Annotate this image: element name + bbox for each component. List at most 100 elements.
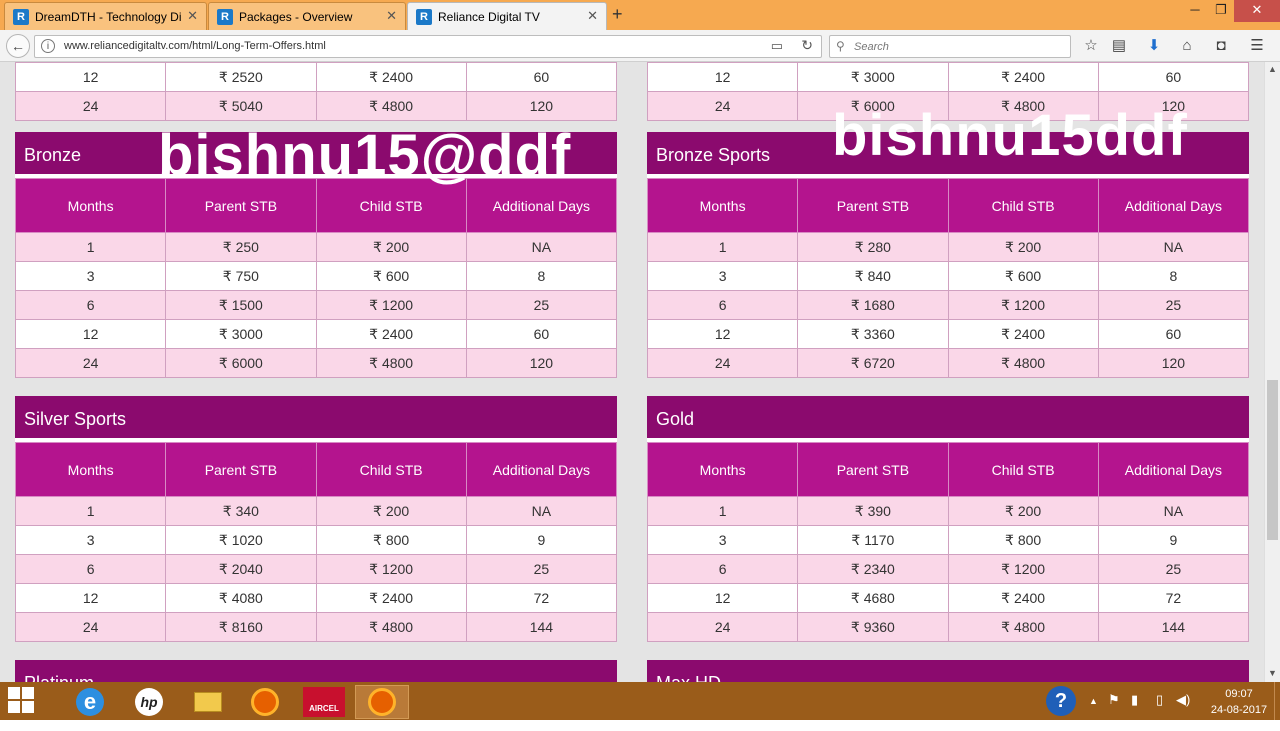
cell: 1 xyxy=(646,232,799,262)
cell: 25 xyxy=(465,290,618,320)
search-placeholder: Search xyxy=(854,41,889,53)
system-clock[interactable]: 09:07 24-08-2017 xyxy=(1207,686,1271,718)
tray-expand-icon[interactable]: ▲ xyxy=(1089,696,1098,706)
internet-explorer-icon[interactable]: e xyxy=(66,685,114,719)
minimize-button[interactable]: ─ xyxy=(1182,0,1208,22)
hp-icon[interactable]: hp xyxy=(125,685,173,719)
file-explorer-icon[interactable] xyxy=(184,685,232,719)
column-header: Child STB xyxy=(947,178,1099,233)
flag-icon[interactable]: ⚑ xyxy=(1108,692,1120,708)
cell: 120 xyxy=(465,91,618,121)
cell: ₹ 200 xyxy=(947,232,1099,262)
cell: ₹ 1020 xyxy=(165,525,317,555)
url-bar[interactable]: i www.reliancedigitaltv.com/html/Long-Te… xyxy=(34,35,822,58)
help-icon[interactable]: ? xyxy=(1046,686,1076,716)
battery-icon[interactable]: ▯ xyxy=(1156,692,1163,708)
table-row: 6 ₹ 2340 ₹ 1200 25 xyxy=(646,554,1250,584)
cell: ₹ 2400 xyxy=(947,583,1099,613)
reload-icon[interactable]: ↻ xyxy=(801,37,813,54)
tab-bar: R DreamDTH - Technology Di ✕ R Packages … xyxy=(0,0,1280,31)
tab-reliance[interactable]: R Reliance Digital TV ✕ xyxy=(407,2,607,31)
cell: 6 xyxy=(646,554,799,584)
table-row: 12 ₹ 2520 ₹ 2400 60 xyxy=(14,62,618,92)
cell: NA xyxy=(1097,496,1250,526)
cell: 144 xyxy=(1097,612,1250,642)
cell: 12 xyxy=(646,62,799,92)
cell: ₹ 250 xyxy=(165,232,317,262)
table-row: 12 ₹ 3000 ₹ 2400 60 xyxy=(14,319,618,349)
new-tab-button[interactable]: + xyxy=(612,4,623,25)
pocket-icon[interactable]: ◘ xyxy=(1211,36,1231,56)
column-header: Additional Days xyxy=(1097,178,1250,233)
table-header-row: Months Parent STB Child STB Additional D… xyxy=(646,442,1250,497)
table-row: 6 ₹ 1680 ₹ 1200 25 xyxy=(646,290,1250,320)
cell: ₹ 5040 xyxy=(165,91,317,121)
show-desktop-button[interactable] xyxy=(1274,682,1280,720)
cell: 9 xyxy=(465,525,618,555)
menu-icon[interactable]: ☰ xyxy=(1247,36,1267,56)
firefox-icon[interactable] xyxy=(241,685,289,719)
cell: ₹ 2400 xyxy=(315,319,467,349)
tab-favicon-icon: R xyxy=(13,9,29,25)
cell: ₹ 1170 xyxy=(797,525,949,555)
table-header-row: Months Parent STB Child STB Additional D… xyxy=(14,442,618,497)
table-row: 12 ₹ 3000 ₹ 2400 60 xyxy=(646,62,1250,92)
cell: ₹ 2400 xyxy=(947,319,1099,349)
pack-platinum: Platinum xyxy=(15,660,617,682)
search-input[interactable]: ⚲ Search xyxy=(829,35,1071,58)
restore-button[interactable]: ❐ xyxy=(1208,0,1234,22)
scroll-up-icon[interactable]: ▲ xyxy=(1268,64,1277,74)
table-row: 3 ₹ 840 ₹ 600 8 xyxy=(646,261,1250,291)
table-row: 3 ₹ 1170 ₹ 800 9 xyxy=(646,525,1250,555)
bookmark-star-icon[interactable]: ☆ xyxy=(1081,36,1101,56)
close-icon[interactable]: ✕ xyxy=(187,8,198,24)
cell: ₹ 1200 xyxy=(315,290,467,320)
tab-title: DreamDTH - Technology Di xyxy=(35,10,182,24)
cell: 3 xyxy=(14,525,167,555)
windows-start-icon[interactable] xyxy=(8,687,36,715)
aircel-icon[interactable]: AIRCEL xyxy=(298,685,350,719)
scroll-down-icon[interactable]: ▼ xyxy=(1268,668,1277,678)
prev-table-left: 12 ₹ 2520 ₹ 2400 60 24 ₹ 5040 ₹ 4800 120 xyxy=(14,62,618,121)
cell: 60 xyxy=(465,319,618,349)
cell: 1 xyxy=(646,496,799,526)
close-icon[interactable]: ✕ xyxy=(587,8,598,24)
cell: 12 xyxy=(14,319,167,349)
cell: NA xyxy=(1097,232,1250,262)
cell: ₹ 2400 xyxy=(947,62,1099,92)
volume-icon[interactable]: ◀) xyxy=(1176,692,1190,708)
tab-favicon-icon: R xyxy=(217,9,233,25)
cell: ₹ 1200 xyxy=(315,554,467,584)
close-window-button[interactable]: ✕ xyxy=(1234,0,1280,22)
column-header: Months xyxy=(14,178,167,233)
close-icon[interactable]: ✕ xyxy=(386,8,397,24)
network-icon[interactable]: ▮ xyxy=(1131,692,1138,708)
info-icon[interactable]: i xyxy=(41,39,55,53)
cell: 1 xyxy=(14,496,167,526)
cell: 6 xyxy=(14,290,167,320)
cell: 24 xyxy=(14,612,167,642)
scrollbar-thumb[interactable] xyxy=(1267,380,1278,540)
pack-title: Max HD xyxy=(647,660,1249,682)
cell: NA xyxy=(465,232,618,262)
table-row: 24 ₹ 6720 ₹ 4800 120 xyxy=(646,348,1250,378)
cell: 12 xyxy=(646,319,799,349)
url-text[interactable]: www.reliancedigitaltv.com/html/Long-Term… xyxy=(64,40,326,52)
home-icon[interactable]: ⌂ xyxy=(1177,36,1197,56)
cell: 9 xyxy=(1097,525,1250,555)
downloads-icon[interactable]: ⬇ xyxy=(1144,36,1164,56)
library-icon[interactable]: ▤ xyxy=(1109,36,1129,56)
back-button[interactable]: ← xyxy=(6,34,30,58)
scrollbar[interactable]: ▲ ▼ xyxy=(1264,62,1280,682)
firefox-active-icon[interactable] xyxy=(355,685,409,719)
tab-packages[interactable]: R Packages - Overview ✕ xyxy=(208,2,406,30)
tab-dreamdth[interactable]: R DreamDTH - Technology Di ✕ xyxy=(4,2,207,30)
reader-view-icon[interactable]: ▭ xyxy=(771,38,783,54)
pack-title: Silver Sports xyxy=(15,396,617,442)
cell: 120 xyxy=(1097,348,1250,378)
cell: ₹ 1680 xyxy=(797,290,949,320)
cell: 60 xyxy=(465,62,618,92)
cell: 24 xyxy=(646,348,799,378)
cell: ₹ 600 xyxy=(947,261,1099,291)
table-row: 12 ₹ 4680 ₹ 2400 72 xyxy=(646,583,1250,613)
